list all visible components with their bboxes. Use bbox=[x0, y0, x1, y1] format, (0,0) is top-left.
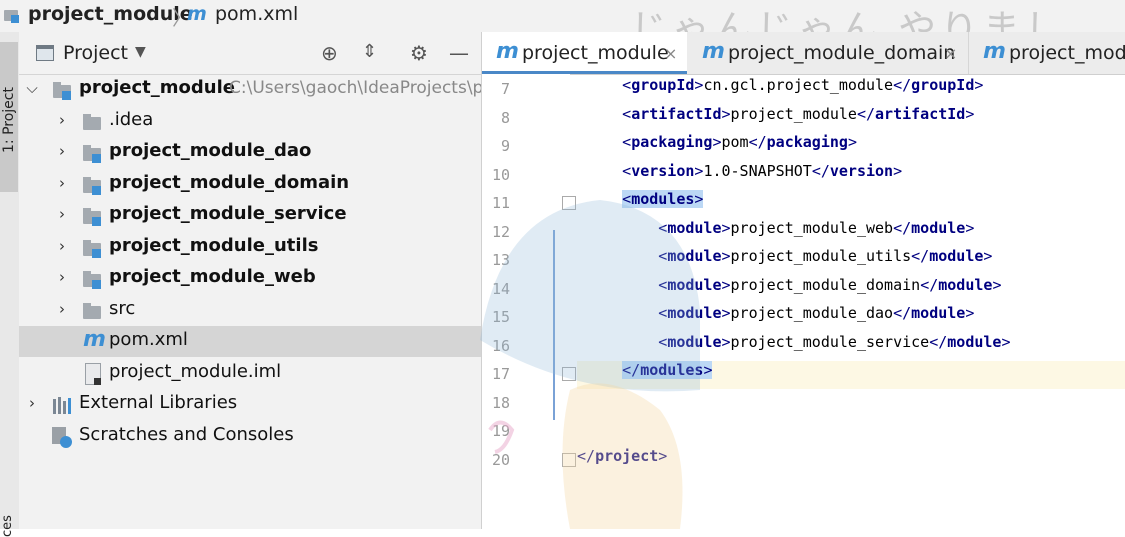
tree-item-label: project_module_web bbox=[109, 266, 316, 287]
tree-item-label: pom.xml bbox=[109, 329, 188, 350]
maven-icon: m bbox=[496, 39, 519, 64]
module-folder-icon bbox=[83, 208, 103, 226]
tree-item-path: C:\Users\gaoch\IdeaProjects\p bbox=[229, 78, 482, 98]
chevron-right-icon[interactable]: › bbox=[55, 205, 69, 223]
project-view-icon bbox=[36, 45, 54, 61]
tree-item-label: project_module_domain bbox=[109, 171, 350, 193]
tree-item[interactable]: › project_module_dao bbox=[19, 137, 481, 168]
tree-item[interactable]: m pom.xml bbox=[19, 326, 481, 357]
tree-item[interactable]: project_module.iml bbox=[19, 358, 481, 389]
tree-item-label: project_module bbox=[79, 77, 235, 98]
tab-label: project_modu bbox=[1009, 42, 1125, 64]
code-line: <version>1.0-SNAPSHOT</version> bbox=[622, 161, 903, 180]
tree-item-label: .idea bbox=[109, 108, 154, 130]
project-panel: Project ▼ ⊕ ⇕ ⚙ — ⌵ project_module C:\User… bbox=[19, 32, 482, 529]
tab-project-module[interactable]: m project_module × bbox=[482, 32, 687, 74]
chevron-right-icon[interactable]: › bbox=[55, 237, 69, 255]
collapse-all-icon[interactable]: ⇕ bbox=[362, 41, 377, 62]
tree-item[interactable]: Scratches and Consoles bbox=[19, 421, 481, 452]
tree-item-label: project_module_dao bbox=[109, 140, 312, 161]
module-folder-icon bbox=[83, 145, 103, 163]
breadcrumb-root[interactable]: project_module bbox=[28, 3, 193, 25]
tree-item-label: project_module_utils bbox=[109, 234, 319, 256]
chevron-right-icon[interactable]: › bbox=[55, 300, 69, 318]
library-icon bbox=[53, 397, 73, 414]
folder-icon bbox=[83, 113, 103, 131]
tab-project-modu[interactable]: m project_modu bbox=[969, 32, 1125, 74]
folder-icon bbox=[83, 302, 103, 320]
module-folder-icon bbox=[83, 176, 103, 195]
code-line: <artifactId>project_module</artifactId> bbox=[622, 104, 975, 123]
chevron-down-icon[interactable]: ▼ bbox=[135, 44, 146, 60]
chevron-right-icon[interactable]: › bbox=[25, 394, 39, 412]
iml-file-icon bbox=[85, 362, 101, 385]
editor-tabs: m project_module × m project_module_doma… bbox=[482, 32, 1125, 75]
tab-project-module-domain[interactable]: m project_module_domain × bbox=[688, 32, 969, 74]
tree-item-label: project_module.iml bbox=[109, 360, 282, 382]
module-folder-icon bbox=[83, 239, 103, 258]
background-illustration bbox=[480, 200, 700, 529]
maven-icon: m bbox=[702, 39, 725, 64]
project-panel-header: Project ▼ ⊕ ⇕ ⚙ — bbox=[19, 32, 481, 75]
line-number: 7 bbox=[500, 80, 510, 98]
maven-icon: m bbox=[983, 39, 1006, 64]
code-line: <packaging>pom</packaging> bbox=[622, 133, 857, 151]
tree-item[interactable]: › .idea bbox=[19, 106, 481, 137]
maven-icon: m bbox=[83, 327, 106, 352]
gear-icon[interactable]: ⚙ bbox=[410, 41, 428, 65]
close-icon[interactable]: × bbox=[944, 44, 957, 63]
project-tool-button[interactable]: 1: Project bbox=[0, 42, 18, 192]
background-watermark-text: じゃんじゃん やりまし bbox=[630, 7, 1067, 32]
tree-item-label: project_module_service bbox=[109, 203, 347, 224]
line-number: 8 bbox=[500, 108, 510, 127]
tab-label: project_module bbox=[522, 42, 669, 64]
project-view-selector[interactable]: Project bbox=[63, 42, 128, 64]
tree-item-label: External Libraries bbox=[79, 392, 238, 413]
chevron-right-icon[interactable]: › bbox=[55, 142, 69, 160]
tree-item-label: src bbox=[109, 297, 136, 319]
tree-item[interactable]: › project_module_utils bbox=[19, 232, 481, 263]
chevron-right-icon[interactable]: › bbox=[55, 268, 69, 286]
scratches-icon bbox=[52, 426, 72, 448]
tree-item[interactable]: › project_module_web bbox=[19, 263, 481, 294]
breadcrumb-file[interactable]: pom.xml bbox=[215, 3, 298, 25]
line-number: 9 bbox=[500, 137, 510, 155]
tree-item[interactable]: › External Libraries bbox=[19, 389, 481, 420]
tab-label: project_module_domain bbox=[728, 42, 956, 64]
chevron-right-icon[interactable]: › bbox=[55, 111, 69, 129]
chevron-right-icon[interactable]: › bbox=[55, 174, 69, 192]
chevron-down-icon[interactable]: ⌵ bbox=[25, 79, 39, 97]
tree-item[interactable]: › src bbox=[19, 295, 481, 326]
tree-item[interactable]: › project_module_domain bbox=[19, 169, 481, 200]
maven-icon: m bbox=[187, 3, 207, 25]
minimize-icon[interactable]: — bbox=[449, 41, 469, 65]
tree-item[interactable]: ⌵ project_module C:\Users\gaoch\IdeaProjec… bbox=[19, 74, 481, 105]
module-folder-icon bbox=[83, 271, 103, 289]
tool-window-strip: 1: Project ces bbox=[0, 32, 20, 537]
tree-item[interactable]: › project_module_service bbox=[19, 200, 481, 231]
line-number: 10 bbox=[491, 165, 510, 184]
navigation-bar: project_module 〉 m pom.xml じゃんじゃん やりまし bbox=[0, 0, 1125, 32]
module-folder-icon bbox=[4, 8, 20, 24]
locate-icon[interactable]: ⊕ bbox=[321, 41, 338, 65]
code-line: <groupId>cn.gcl.project_module</groupId> bbox=[622, 76, 984, 94]
structure-tool-label[interactable]: ces bbox=[0, 515, 15, 537]
close-icon[interactable]: × bbox=[664, 44, 677, 63]
tree-item-label: Scratches and Consoles bbox=[79, 423, 294, 445]
project-tool-label: 1: Project bbox=[0, 87, 17, 153]
module-folder-icon bbox=[53, 82, 73, 100]
